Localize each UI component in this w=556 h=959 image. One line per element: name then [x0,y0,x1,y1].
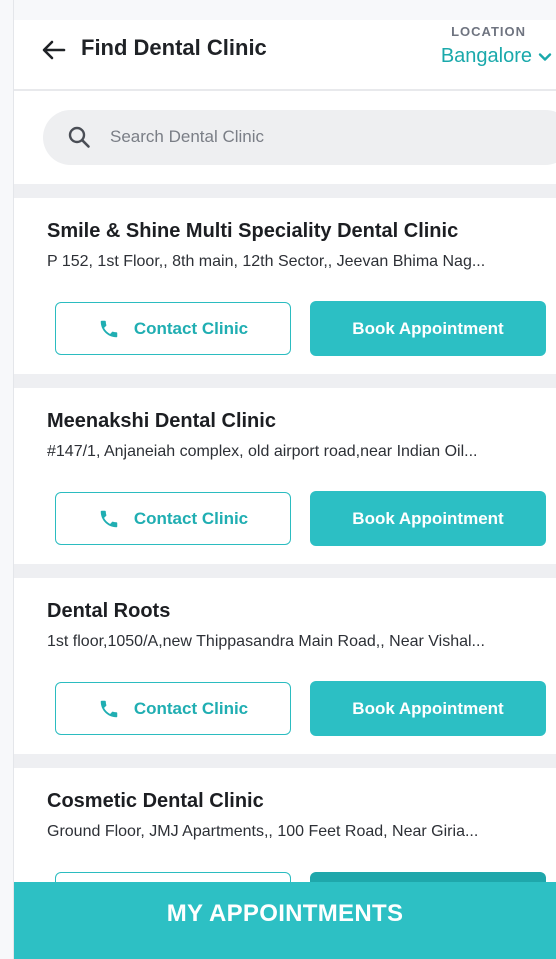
section-divider [14,754,556,768]
contact-clinic-label: Contact Clinic [133,508,249,528]
contact-clinic-button[interactable]: Contact Clinic [55,682,291,735]
my-appointments-button[interactable]: MY APPOINTMENTS [14,882,556,959]
location-label: LOCATION [451,24,526,39]
phone-icon [100,510,118,527]
search-icon [68,126,90,148]
book-appointment-label: Book Appointment [352,698,504,718]
phone-icon [100,320,118,337]
contact-clinic-button[interactable]: Contact Clinic [55,492,291,545]
phone-icon [100,700,118,717]
contact-clinic-label: Contact Clinic [133,698,249,718]
contact-clinic-label: Contact Clinic [133,318,249,338]
clinic-address: #147/1, Anjaneiah complex, old airport r… [47,443,478,460]
book-appointment-label: Book Appointment [352,318,504,338]
book-appointment-label: Book Appointment [352,508,504,528]
section-divider [14,184,556,198]
clinic-address: 1st floor,1050/A,new Thippasandra Main R… [47,633,485,650]
book-appointment-button[interactable]: Book Appointment [310,301,546,356]
clinic-card[interactable]: Meenakshi Dental Clinic #147/1, Anjaneia… [14,388,556,564]
clinic-name: Smile & Shine Multi Speciality Dental Cl… [47,220,459,242]
device-frame: Find Dental Clinic LOCATION Bangalore Se… [0,0,556,959]
my-appointments-label: MY APPOINTMENTS [166,900,404,927]
app-header: Find Dental Clinic LOCATION Bangalore [14,20,556,91]
section-divider [14,374,556,388]
page-title: Find Dental Clinic [81,35,267,60]
clinic-address: Ground Floor, JMJ Apartments,, 100 Feet … [47,823,479,840]
search-section: Search Dental Clinic [14,91,556,184]
left-bezel [0,0,14,959]
app-screen: Find Dental Clinic LOCATION Bangalore Se… [14,20,556,959]
location-value: Bangalore [440,45,532,67]
back-arrow-icon[interactable] [40,36,68,64]
clinic-name: Dental Roots [47,600,171,622]
location-selector[interactable]: Bangalore [441,45,552,68]
search-placeholder: Search Dental Clinic [110,127,265,146]
search-input[interactable]: Search Dental Clinic [43,110,556,165]
clinic-card[interactable]: Dental Roots 1st floor,1050/A,new Thippa… [14,578,556,754]
book-appointment-button[interactable]: Book Appointment [310,491,546,546]
section-divider [14,564,556,578]
top-bezel [0,0,556,20]
clinic-name: Meenakshi Dental Clinic [47,410,276,432]
contact-clinic-button[interactable]: Contact Clinic [55,302,291,355]
book-appointment-button[interactable]: Book Appointment [310,681,546,736]
clinic-address: P 152, 1st Floor,, 8th main, 12th Sector… [47,253,486,270]
chevron-down-icon [538,52,552,61]
clinic-card[interactable]: Smile & Shine Multi Speciality Dental Cl… [14,198,556,374]
clinic-name: Cosmetic Dental Clinic [47,790,264,812]
